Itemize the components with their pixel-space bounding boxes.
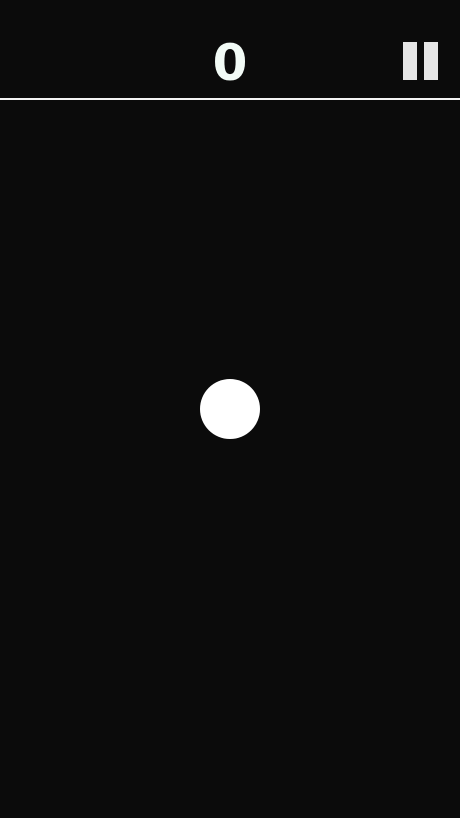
hud-bar: 0 (0, 0, 460, 99)
play-area[interactable] (0, 100, 460, 818)
pause-bar-right (424, 42, 438, 80)
pause-bar-left (403, 42, 417, 80)
ball (200, 379, 260, 439)
game-screen[interactable]: 0 (0, 0, 460, 818)
score-display: 0 (212, 34, 248, 92)
pause-button[interactable] (398, 38, 448, 84)
